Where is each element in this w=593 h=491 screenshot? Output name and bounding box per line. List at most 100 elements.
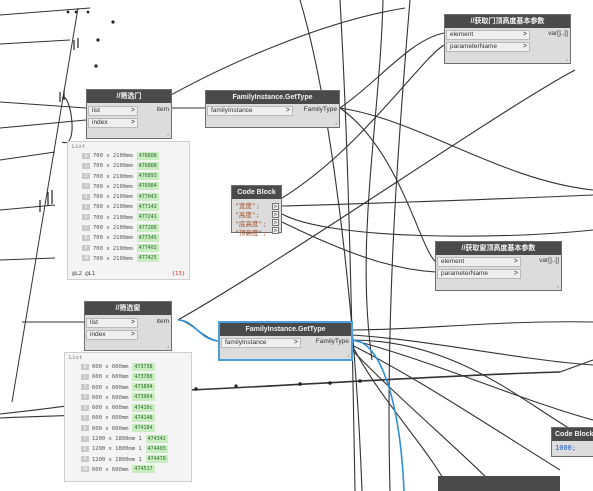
- gettype-window-node[interactable]: FamilyInstance.GetType familyInstance > F…: [219, 322, 352, 360]
- element-id-link[interactable]: 47410c: [132, 403, 155, 412]
- input-port-list[interactable]: list >: [86, 318, 138, 328]
- row-size: 700 x 2100mm: [93, 255, 133, 262]
- wire: [0, 119, 87, 129]
- watch-row: 0 700 x 2100mm 476808: [82, 151, 189, 161]
- element-id-link[interactable]: 477043: [136, 192, 159, 201]
- row-index: 0: [82, 152, 90, 159]
- output-port-familytype[interactable]: FamilyType: [304, 105, 337, 115]
- watch-row: 2 600 x 600mm 473894: [81, 383, 191, 393]
- watch-row: 8 700 x 2100mm 477345: [82, 233, 189, 243]
- output-port[interactable]: >: [272, 211, 279, 218]
- input-port-familyinstance[interactable]: familyInstance >: [207, 106, 293, 116]
- code-block-node[interactable]: Code Block "宽度"; "高度"; "底高度"; "顶高度"; > >…: [231, 185, 282, 237]
- wire: [0, 151, 56, 161]
- row-size: 600 x 600mm: [92, 374, 129, 381]
- row-index: 1: [81, 373, 89, 380]
- element-id-link[interactable]: 473894: [132, 383, 155, 392]
- row-size: 600 x 600mm: [92, 384, 129, 391]
- get-window-param-node[interactable]: //获取窗顶高度基本参数 element > parameterName > var…: [435, 241, 562, 291]
- watch-row: 2 700 x 2100mm 476893: [82, 172, 189, 182]
- input-port-parametername[interactable]: parameterName >: [437, 269, 521, 279]
- door-watch-preview: List 0 700 x 2100mm 476808 1 700 x 2100mm 476…: [67, 141, 190, 280]
- gettype-door-node[interactable]: FamilyInstance.GetType familyInstance > F…: [205, 90, 340, 128]
- output-port-var[interactable]: var[]..[]: [539, 256, 559, 266]
- element-id-link[interactable]: 476984: [136, 182, 159, 191]
- output-port-item[interactable]: item: [157, 105, 169, 115]
- input-port-element[interactable]: element >: [446, 30, 530, 40]
- watch-row: 7 1200 x 1800mm 1 474342: [81, 434, 191, 444]
- element-id-link[interactable]: 474478: [145, 455, 168, 464]
- element-id-link[interactable]: 477241: [136, 213, 159, 222]
- element-id-link[interactable]: 473964: [132, 393, 155, 402]
- row-size: 700 x 2100mm: [93, 225, 133, 232]
- element-id-link[interactable]: 473738: [132, 362, 155, 371]
- node-edge: [438, 476, 560, 491]
- element-id-link[interactable]: 474517: [132, 465, 155, 474]
- element-id-link[interactable]: 476808: [136, 151, 159, 160]
- resize-handle[interactable]: ⌟: [167, 343, 169, 349]
- row-size: 600 x 600mm: [92, 425, 129, 432]
- element-id-link[interactable]: 474403: [145, 444, 168, 453]
- filter-window-node[interactable]: //筛选窗 list > index > item ⌟: [84, 301, 172, 351]
- element-id-link[interactable]: 477286: [136, 223, 159, 232]
- input-port-parametername[interactable]: parameterName >: [446, 42, 530, 52]
- resize-handle[interactable]: ⌟: [557, 283, 559, 289]
- element-id-link[interactable]: 474342: [145, 434, 168, 443]
- element-id-link[interactable]: 473780: [132, 372, 155, 381]
- code-line[interactable]: 1000;: [555, 444, 576, 452]
- watch-row: 3 600 x 600mm 473964: [81, 393, 191, 403]
- row-index: 1: [82, 162, 90, 169]
- resize-handle[interactable]: ⌟: [167, 131, 169, 137]
- row-size: 600 x 600mm: [92, 364, 129, 370]
- output-port[interactable]: >: [272, 203, 279, 210]
- row-size: 700 x 2100mm: [93, 163, 133, 170]
- watch-header: List: [69, 355, 83, 361]
- wire: [281, 194, 593, 207]
- row-size: 700 x 2100mm: [93, 245, 133, 252]
- node-title: //获取窗顶高度基本参数: [436, 242, 561, 255]
- element-id-link[interactable]: 477345: [136, 233, 159, 242]
- row-size: 600 x 600mm: [92, 466, 129, 473]
- filter-door-node[interactable]: //筛选门 list > index > item ⌟: [86, 89, 172, 139]
- wire: [281, 221, 437, 273]
- row-index: 5: [82, 203, 90, 210]
- input-port-list[interactable]: list >: [88, 106, 138, 116]
- resize-handle[interactable]: ⌟: [566, 56, 568, 62]
- output-port[interactable]: >: [272, 227, 279, 234]
- watch-row: 8 1200 x 1800mm 1 474403: [81, 444, 191, 454]
- watch-header: List: [72, 144, 86, 150]
- input-port-element[interactable]: element >: [437, 257, 521, 267]
- element-id-link[interactable]: 477402: [136, 244, 159, 253]
- element-id-link[interactable]: 476868: [136, 161, 159, 170]
- resize-handle[interactable]: ⌟: [335, 120, 337, 126]
- output-port-var[interactable]: var[]..[]: [548, 29, 568, 39]
- row-index: 9: [81, 456, 89, 463]
- output-port-familytype[interactable]: FamilyType: [316, 337, 349, 347]
- row-index: 10: [82, 255, 90, 262]
- element-id-link[interactable]: 474148: [132, 413, 155, 422]
- get-door-param-node[interactable]: //获取门顶高度基本参数 element > parameterName > var…: [444, 14, 571, 64]
- watch-row: 9 700 x 2100mm 477402: [82, 244, 189, 254]
- row-index: 4: [82, 193, 90, 200]
- node-title: Code Block: [232, 186, 281, 199]
- output-port[interactable]: >: [272, 219, 279, 226]
- element-id-link[interactable]: 474184: [132, 424, 155, 433]
- input-port-index[interactable]: index >: [86, 330, 138, 340]
- element-id-link[interactable]: 476893: [136, 172, 159, 181]
- wire: [0, 39, 71, 45]
- wire: [351, 344, 561, 471]
- resize-handle[interactable]: ⌟: [347, 352, 349, 358]
- input-port-familyinstance[interactable]: familyInstance >: [221, 338, 301, 348]
- wire: [339, 107, 593, 191]
- element-id-link[interactable]: 477142: [136, 202, 159, 211]
- input-port-index[interactable]: index >: [88, 118, 138, 128]
- row-size: 700 x 2100mm: [93, 194, 133, 201]
- code-lines[interactable]: "宽度"; "高度"; "底高度"; "顶高度";: [235, 202, 266, 238]
- selected-wire: [351, 339, 405, 491]
- element-id-link[interactable]: 477425: [136, 254, 159, 263]
- watch-row: 4 600 x 600mm 47410c: [81, 403, 191, 413]
- output-port-item[interactable]: item: [157, 317, 169, 327]
- row-index: 2: [82, 173, 90, 180]
- row-index: 7: [81, 435, 89, 442]
- code-block-2-node[interactable]: Code Block 1000;: [551, 427, 593, 457]
